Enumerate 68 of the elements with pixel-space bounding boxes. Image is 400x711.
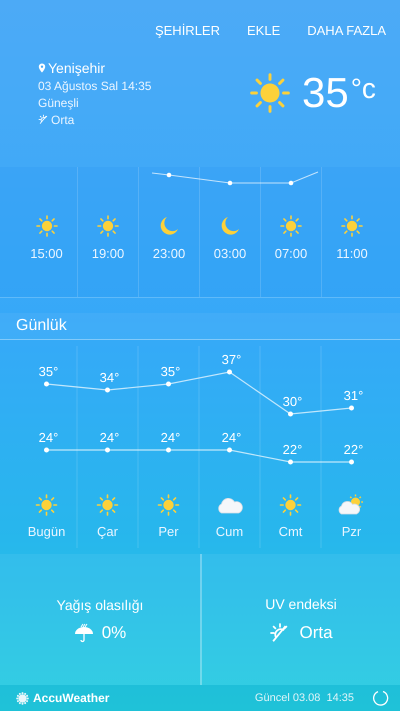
temperature-label: 30° xyxy=(282,394,302,409)
data-point xyxy=(44,448,49,452)
nav-link[interactable]: EKLE xyxy=(247,23,280,37)
detail-value: 0% xyxy=(102,622,126,642)
data-point xyxy=(166,382,171,386)
data-point xyxy=(105,388,110,392)
data-point xyxy=(227,448,232,452)
hour-label: 03:00 xyxy=(214,246,246,261)
hour-label: 07:00 xyxy=(274,246,308,261)
temperature-label: 31° xyxy=(344,388,364,403)
detail-title: Yağış olasılığı xyxy=(56,596,144,612)
sun-icon xyxy=(36,495,56,515)
data-point xyxy=(349,406,354,410)
sun-behind-cloud-icon xyxy=(339,494,363,514)
data-point xyxy=(288,412,293,416)
temperature-label: 35° xyxy=(38,364,58,379)
detail-title: UV endeksi xyxy=(265,596,337,612)
refresh-button[interactable] xyxy=(372,689,390,707)
detail-value: Orta xyxy=(299,622,333,642)
hour-label: 19:00 xyxy=(92,246,124,261)
data-point xyxy=(105,448,110,452)
nav-link[interactable]: DAHA FAZLA xyxy=(307,23,386,37)
temperature-label: 24° xyxy=(222,430,242,445)
data-point xyxy=(288,460,293,464)
location-name: Yenişehir xyxy=(48,60,106,76)
umbrella-icon xyxy=(74,622,94,642)
day-label: Per xyxy=(158,524,179,539)
sun-icon xyxy=(96,214,120,238)
temperature-label: 22° xyxy=(282,442,302,457)
brand-logo-icon xyxy=(16,692,29,704)
temperature-label: 22° xyxy=(344,442,364,457)
uv-sun-icon xyxy=(38,114,49,125)
data-point xyxy=(349,460,354,464)
sun-icon xyxy=(248,71,292,115)
sun-icon xyxy=(340,214,364,238)
day-label: Pzr xyxy=(342,524,362,539)
brand-name: AccuWeather xyxy=(33,691,110,705)
day-label: Çar xyxy=(97,524,118,539)
temperature-label: 37° xyxy=(222,352,242,367)
day-label: Bugün xyxy=(28,524,66,539)
cloud-icon xyxy=(218,498,242,513)
sun-icon xyxy=(158,495,178,515)
hour-label: 23:00 xyxy=(152,246,186,261)
data-point xyxy=(227,370,232,374)
update-time: Güncel 03.08 14:35 xyxy=(254,692,354,704)
temperature-label: 35° xyxy=(160,364,180,379)
hour-label: 15:00 xyxy=(30,246,63,261)
sun-icon xyxy=(279,214,303,238)
data-point xyxy=(44,382,49,386)
data-point xyxy=(166,448,171,452)
section-title: Günlük xyxy=(16,317,67,335)
uv-level: Orta xyxy=(51,112,74,126)
nav-link[interactable]: ŞEHİRLER xyxy=(154,23,220,37)
day-label: Cum xyxy=(216,524,244,539)
condition-text: Güneşli xyxy=(38,96,80,110)
day-label: Cmt xyxy=(278,524,302,539)
temperature-label: 24° xyxy=(100,430,120,445)
sun-icon xyxy=(98,495,118,515)
current-temperature: 35 xyxy=(302,69,349,117)
sun-icon xyxy=(280,495,300,515)
temperature-unit: °c xyxy=(350,73,376,105)
location-pin-icon xyxy=(38,62,46,72)
sun-icon xyxy=(34,214,58,238)
date-time: 03 Ağustos Sal 14:35 xyxy=(38,78,152,92)
temperature-label: 24° xyxy=(160,430,180,445)
temperature-label: 24° xyxy=(38,430,58,445)
temperature-label: 34° xyxy=(100,370,120,385)
hour-label: 11:00 xyxy=(336,246,368,261)
